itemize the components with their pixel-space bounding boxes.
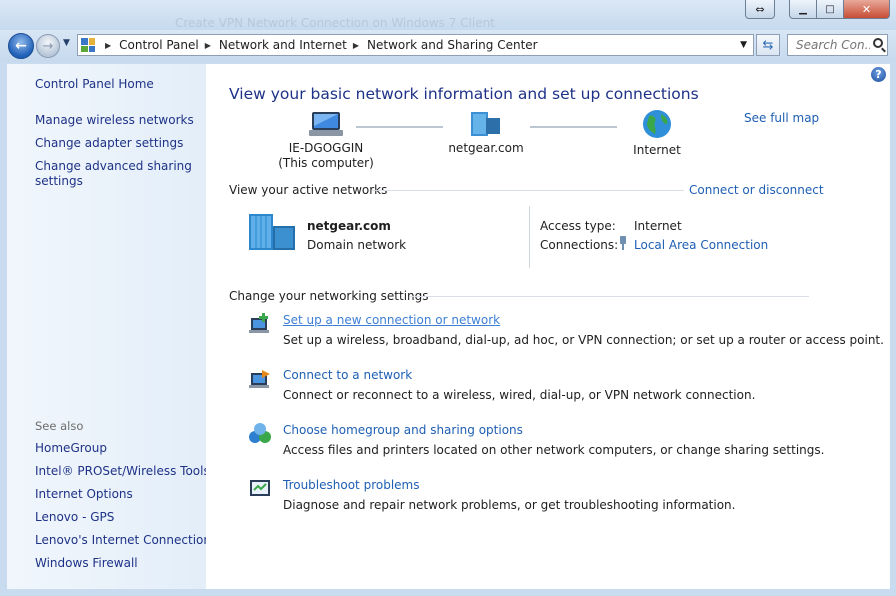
help-icon[interactable]: ?: [871, 67, 886, 82]
sidebar-item-windows-firewall[interactable]: Windows Firewall: [35, 556, 138, 571]
maximize-button[interactable]: □: [817, 0, 844, 19]
homegroup-desc: Access files and printers located on oth…: [283, 443, 825, 457]
local-area-connection-link[interactable]: Local Area Connection: [634, 238, 768, 252]
connect-network-desc: Connect or reconnect to a wireless, wire…: [283, 388, 756, 402]
map-link-line: [530, 126, 617, 128]
window-controls: ▁ □ ✕: [789, 0, 890, 19]
homegroup-icon: [249, 423, 271, 443]
map-node-internet[interactable]: Internet: [607, 108, 707, 158]
control-panel-icon: [81, 38, 95, 52]
main-content: ? View your basic network information an…: [206, 64, 890, 589]
map-node-computer[interactable]: IE-DGOGGIN (This computer): [276, 110, 376, 171]
map-link-line: [356, 126, 443, 128]
window-frame-bottom: [0, 589, 896, 596]
forward-button[interactable]: →: [36, 34, 60, 58]
map-node-network[interactable]: netgear.com: [436, 110, 536, 156]
computer-name: IE-DGOGGIN: [288, 141, 364, 155]
network-icon: [471, 112, 500, 136]
internet-label: Internet: [633, 143, 681, 157]
access-type-label: Access type:: [540, 219, 616, 233]
forward-arrow-icon: →: [42, 38, 54, 54]
chevron-right-icon[interactable]: ▶: [353, 41, 359, 50]
troubleshoot-link[interactable]: Troubleshoot problems: [283, 478, 419, 492]
connections-label: Connections:: [540, 238, 619, 252]
access-type-value: Internet: [634, 219, 682, 233]
search-icon[interactable]: [873, 38, 883, 48]
divider: [529, 206, 530, 268]
homegroup-link[interactable]: Choose homegroup and sharing options: [283, 423, 523, 437]
connect-disconnect-link[interactable]: Connect or disconnect: [689, 183, 824, 197]
search-box[interactable]: [787, 34, 888, 56]
recent-pages-dropdown-icon[interactable]: ▼: [63, 38, 70, 48]
back-button[interactable]: ←: [8, 33, 34, 59]
page-title: View your basic network information and …: [229, 85, 699, 103]
connect-network-icon: [249, 370, 270, 388]
close-button[interactable]: ✕: [844, 0, 890, 19]
active-network-category[interactable]: Domain network: [307, 238, 406, 252]
troubleshoot-desc: Diagnose and repair network problems, or…: [283, 498, 736, 512]
sidebar: Control Panel Home Manage wireless netwo…: [7, 64, 211, 589]
setup-connection-desc: Set up a wireless, broadband, dial-up, a…: [283, 333, 884, 347]
network-name: netgear.com: [448, 141, 524, 155]
new-connection-icon: [249, 313, 269, 333]
breadcrumb-network-internet[interactable]: Network and Internet: [219, 38, 347, 52]
see-full-map-link[interactable]: See full map: [744, 111, 819, 125]
chevron-right-icon[interactable]: ▶: [105, 41, 111, 50]
sidebar-item-internet-options[interactable]: Internet Options: [35, 487, 133, 502]
sidebar-item-control-panel-home[interactable]: Control Panel Home: [35, 77, 154, 92]
sidebar-item-manage-wireless[interactable]: Manage wireless networks: [35, 113, 194, 128]
setup-connection-link[interactable]: Set up a new connection or network: [283, 313, 500, 327]
computer-icon: [309, 112, 343, 136]
domain-network-icon: [249, 214, 295, 250]
chevron-right-icon[interactable]: ▶: [205, 41, 211, 50]
breadcrumb-network-sharing-center[interactable]: Network and Sharing Center: [367, 38, 538, 52]
search-input[interactable]: [796, 38, 870, 52]
breadcrumb-control-panel[interactable]: Control Panel: [119, 38, 199, 52]
resize-icon[interactable]: ⇔: [745, 0, 775, 19]
troubleshoot-icon: [250, 480, 270, 496]
address-bar[interactable]: ▶ Control Panel ▶ Network and Internet ▶…: [77, 34, 754, 56]
sidebar-item-lenovo-internet[interactable]: Lenovo's Internet Connection: [35, 533, 211, 548]
ethernet-icon: [619, 236, 627, 250]
sidebar-item-advanced-sharing[interactable]: Change advanced sharing settings: [35, 159, 195, 189]
divider: [410, 296, 809, 297]
back-arrow-icon: ←: [15, 38, 27, 54]
minimize-button[interactable]: ▁: [789, 0, 817, 19]
window-title: Create VPN Network Connection on Windows…: [175, 16, 495, 30]
active-networks-heading: View your active networks: [229, 183, 388, 197]
chevron-down-icon[interactable]: ▼: [740, 40, 747, 50]
connect-network-link[interactable]: Connect to a network: [283, 368, 412, 382]
computer-sub: (This computer): [278, 156, 374, 170]
refresh-button[interactable]: ⇆: [756, 34, 780, 56]
sidebar-item-lenovo-gps[interactable]: Lenovo - GPS: [35, 510, 114, 525]
sidebar-item-adapter-settings[interactable]: Change adapter settings: [35, 136, 183, 151]
navigation-bar: ← → ▼ ▶ Control Panel ▶ Network and Inte…: [0, 30, 896, 62]
refresh-icon: ⇆: [762, 37, 774, 53]
settings-heading: Change your networking settings: [229, 289, 429, 303]
sidebar-item-homegroup[interactable]: HomeGroup: [35, 441, 107, 456]
sidebar-item-intel-proset[interactable]: Intel® PROSet/Wireless Tools: [35, 464, 210, 479]
title-bar: Create VPN Network Connection on Windows…: [0, 0, 896, 30]
active-network-name: netgear.com: [307, 219, 391, 233]
divider: [372, 190, 684, 191]
globe-icon: [643, 110, 671, 138]
see-also-heading: See also: [35, 419, 84, 433]
